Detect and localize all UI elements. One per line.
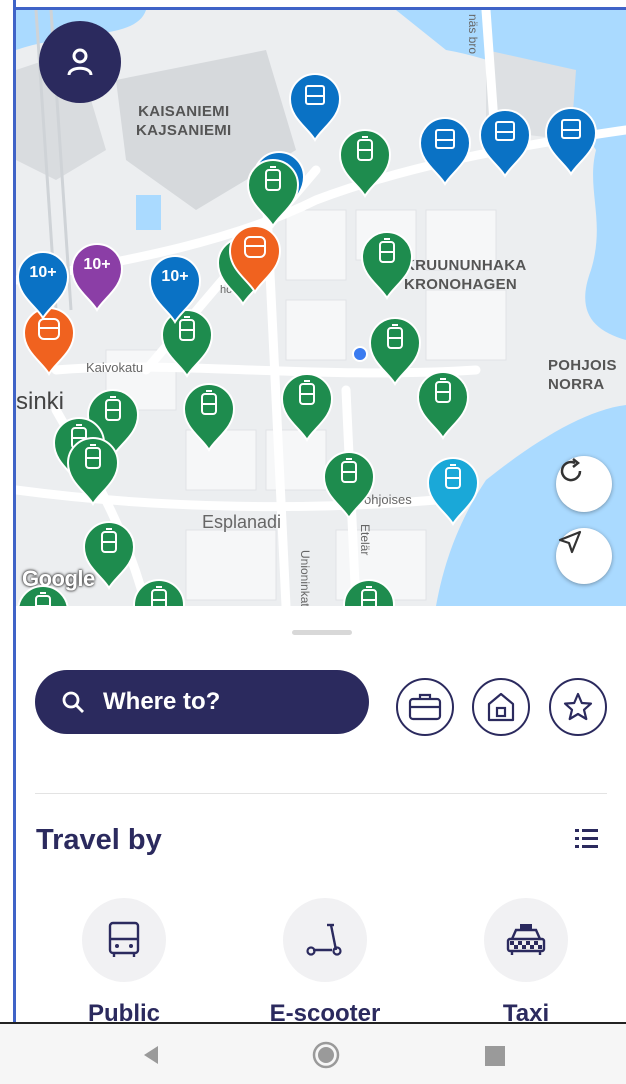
mode-taxi-circle: [484, 898, 568, 982]
system-nav-bar: [0, 1022, 626, 1084]
refresh-icon: [560, 458, 582, 482]
tram-stop-pin[interactable]: [132, 578, 186, 606]
tram-stop-pin[interactable]: [246, 158, 300, 228]
tram-stop-pin[interactable]: [280, 372, 334, 442]
mode-public[interactable]: Public: [44, 898, 204, 1028]
locate-button[interactable]: [556, 528, 612, 584]
window-frame-left: [0, 0, 16, 1022]
profile-button[interactable]: [39, 21, 121, 103]
recents-button[interactable]: [484, 1045, 506, 1072]
star-icon: [563, 692, 593, 721]
street-label-unioninkatu: Unioninkatu: [298, 550, 312, 606]
mode-public-circle: [82, 898, 166, 982]
tram-stop-pin[interactable]: [360, 230, 414, 300]
list-icon: [575, 829, 598, 848]
taxi-icon: [506, 924, 546, 955]
person-icon: [67, 48, 93, 76]
work-shortcut-button[interactable]: [396, 678, 454, 736]
home-shortcut-button[interactable]: [472, 678, 530, 736]
tram-stop-pin[interactable]: [322, 450, 376, 520]
favorites-button[interactable]: [549, 678, 607, 736]
bus-stop-pin[interactable]: [288, 72, 342, 142]
travel-by-title: Travel by: [36, 824, 162, 856]
locate-icon: [558, 530, 582, 554]
work-icon: [408, 693, 442, 721]
street-label-kaivokatu: Kaivokatu: [86, 360, 144, 375]
cluster-pin-bus[interactable]: 10+: [16, 250, 70, 320]
metro-station-pin[interactable]: [228, 224, 282, 294]
tram-stop-pin[interactable]: [368, 316, 422, 386]
tram-stop-pin[interactable]: [16, 584, 70, 606]
where-to-label: Where to?: [103, 688, 221, 715]
tram-stop-pin[interactable]: [342, 578, 396, 606]
bottom-sheet: Where to? Travel by Public E-scooter Tax…: [16, 606, 626, 1027]
window-frame-top: [0, 0, 626, 10]
scooter-icon: [306, 923, 342, 956]
search-icon: [62, 691, 84, 713]
area-label-kruununhaka: KRUUNUNHAKA KRONOHAGEN: [404, 257, 527, 293]
section-divider: [35, 793, 607, 794]
home-icon: [487, 692, 515, 722]
home-circle-icon: [312, 1041, 340, 1069]
mode-taxi[interactable]: Taxi: [446, 898, 606, 1028]
list-view-button[interactable]: [572, 824, 602, 854]
cluster-count: 10+: [83, 256, 111, 273]
area-label-kaisaniemi: KAISANIEMI KAJSANIEMI: [136, 103, 232, 139]
tram-stop-pin[interactable]: [338, 128, 392, 198]
current-location-dot: [352, 346, 368, 362]
tram-stop-pin[interactable]: [182, 382, 236, 452]
bus-icon: [108, 921, 140, 957]
home-nav-button[interactable]: [311, 1040, 341, 1075]
tram-stop-pin[interactable]: [66, 436, 120, 506]
back-button[interactable]: [140, 1044, 162, 1071]
back-icon: [144, 1046, 158, 1064]
mode-escooter-circle: [283, 898, 367, 982]
street-label-etelar: Etelär: [358, 524, 372, 556]
sheet-drag-handle[interactable]: [292, 630, 352, 635]
mode-escooter[interactable]: E-scooter: [245, 898, 405, 1028]
bus-stop-pin[interactable]: [478, 108, 532, 178]
refresh-button[interactable]: [556, 456, 612, 512]
cluster-count: 10+: [29, 264, 57, 281]
bus-stop-pin[interactable]: [418, 116, 472, 186]
cluster-count: 10+: [161, 268, 189, 285]
bus-stop-pin[interactable]: [544, 106, 598, 176]
street-label-bro: näs bro: [466, 14, 480, 55]
tram-stop-pin[interactable]: [416, 370, 470, 440]
street-label-esplanadi: Esplanadi: [202, 512, 282, 532]
area-label-pohjois: POHJOIS NORRA: [548, 357, 617, 393]
tram-stop-pin[interactable]: [82, 520, 136, 590]
recents-icon: [485, 1046, 505, 1066]
cluster-pin-train[interactable]: 10+: [70, 242, 124, 312]
city-label: sinki: [16, 388, 65, 415]
ferry-terminal-pin[interactable]: [426, 456, 480, 526]
cluster-pin-bus[interactable]: 10+: [148, 254, 202, 324]
map-view[interactable]: KAISANIEMI KAJSANIEMI KRUUNUNHAKA KRONOHAG…: [16, 10, 626, 606]
where-to-button[interactable]: Where to?: [35, 670, 369, 734]
